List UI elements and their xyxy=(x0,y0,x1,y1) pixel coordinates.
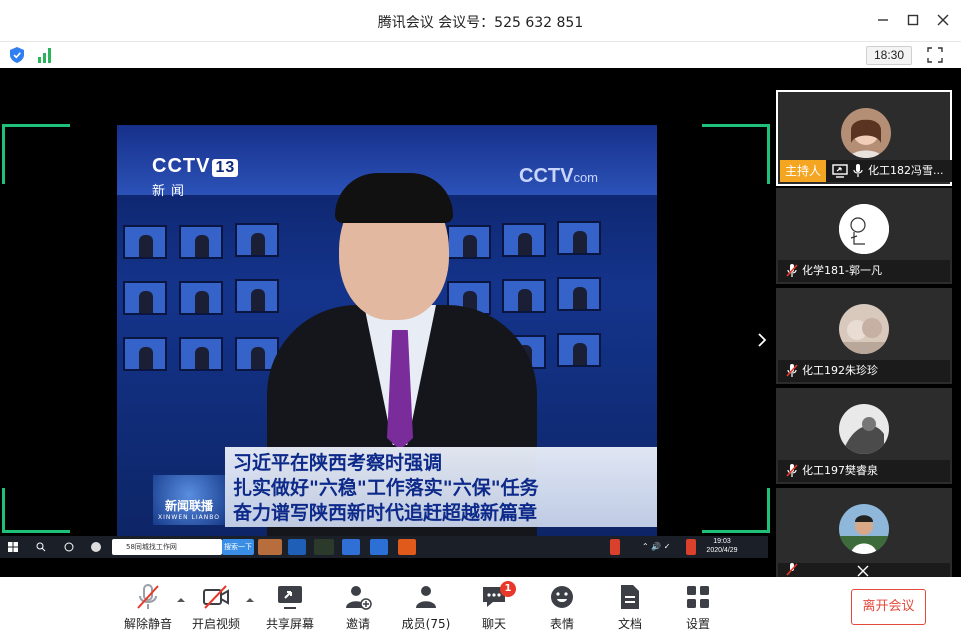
windows-start-icon xyxy=(8,539,22,555)
chevron-up-icon[interactable] xyxy=(245,595,255,605)
app-icon xyxy=(398,539,416,555)
avatar xyxy=(839,204,889,254)
app-icon xyxy=(90,539,104,555)
members-button[interactable]: 成员(75) xyxy=(396,583,456,632)
settings-button[interactable]: 设置 xyxy=(668,583,728,632)
caption-line: 奋力谱写陕西新时代追赶超越新篇章 xyxy=(233,502,538,524)
smiley-icon xyxy=(551,586,573,608)
signal-icon[interactable] xyxy=(37,47,53,63)
window-title: 腾讯会议 会议号：525 632 851 xyxy=(377,15,584,31)
participant-bar: 化学181-郭一凡 xyxy=(778,260,950,282)
host-badge: 主持人 xyxy=(780,160,827,182)
participant-name: 化工182冯雪... xyxy=(868,164,944,177)
search-icon xyxy=(36,539,50,555)
participant-tile[interactable]: 化学181-郭一凡 xyxy=(776,188,952,284)
add-user-icon xyxy=(346,586,372,610)
participant-tile[interactable]: 化工192朱珍珍 xyxy=(776,288,952,384)
participant-name: 化工192朱珍珍 xyxy=(802,364,878,377)
microphone-muted-icon xyxy=(786,364,798,377)
document-icon xyxy=(621,585,639,609)
meeting-toolbar: 解除静音 开启视频 共享屏幕 邀请 成员(75) 1 聊天 表情 文档 设置 离… xyxy=(0,577,961,640)
start-video-button[interactable]: 开启视频 xyxy=(186,583,246,632)
news-broadcast-frame: CCTV 13 新闻 CCTVcom 习近平在陕西考察时强调 扎实做好"六稳"工作… xyxy=(117,125,657,538)
app-icon xyxy=(342,539,360,555)
chat-unread-badge: 1 xyxy=(500,581,516,597)
participant-bar: 化工197樊睿泉 xyxy=(778,460,950,482)
status-bar: 18:30 xyxy=(0,42,961,68)
close-icon[interactable] xyxy=(935,12,951,28)
shared-screen-area: CCTV 13 新闻 CCTVcom 习近平在陕西考察时强调 扎实做好"六稳"工作… xyxy=(0,68,772,577)
share-screen-button[interactable]: 共享屏幕 xyxy=(260,583,320,632)
share-frame-corner xyxy=(702,488,770,533)
meeting-clock: 18:30 xyxy=(866,46,912,65)
leave-meeting-button[interactable]: 离开会议 xyxy=(851,589,926,625)
fullscreen-icon[interactable] xyxy=(927,47,943,63)
maximize-icon[interactable] xyxy=(905,12,921,28)
members-icon xyxy=(416,586,436,608)
share-frame-corner xyxy=(2,124,70,184)
meeting-stage: CCTV 13 新闻 CCTVcom 习近平在陕西考察时强调 扎实做好"六稳"工作… xyxy=(0,68,961,577)
participant-name: 化学181-郭一凡 xyxy=(802,264,882,277)
caption-line: 扎实做好"六稳"工作落实"六保"任务 xyxy=(233,477,539,499)
avatar xyxy=(841,108,891,158)
share-screen-icon xyxy=(278,586,302,609)
collapse-icon[interactable] xyxy=(856,564,870,578)
task-view-icon xyxy=(64,539,78,555)
tray-icons: ⌃ 🔊 ✓ xyxy=(642,542,671,551)
cctv-com-logo: CCTVcom xyxy=(519,165,599,187)
microphone-muted-icon xyxy=(137,584,159,609)
participant-tile[interactable] xyxy=(776,488,952,577)
avatar xyxy=(839,304,889,354)
minimize-icon[interactable] xyxy=(875,12,891,28)
participant-tile[interactable]: 主持人 化工182冯雪... xyxy=(776,90,952,186)
search-button-taskbar: 搜索一下 xyxy=(222,539,254,555)
app-icon xyxy=(370,539,388,555)
share-frame-corner xyxy=(2,488,70,533)
avatar xyxy=(839,404,889,454)
shield-icon[interactable] xyxy=(10,47,24,63)
participant-name: 化工197樊睿泉 xyxy=(802,464,878,477)
browser-taskbar-item: 58同城找工作网 xyxy=(112,539,222,555)
participant-tile[interactable]: 化工197樊睿泉 xyxy=(776,388,952,484)
unmute-button[interactable]: 解除静音 xyxy=(118,583,178,632)
participant-bar: 化工192朱珍珍 xyxy=(778,360,950,382)
microphone-muted-icon xyxy=(786,264,798,277)
reactions-button[interactable]: 表情 xyxy=(532,583,592,632)
avatar xyxy=(839,504,889,554)
tray-icon xyxy=(686,539,696,555)
xinwen-lianbo-logo: 新闻联播 XINWEN LIANBO xyxy=(153,475,225,525)
chevron-up-icon[interactable] xyxy=(176,595,186,605)
documents-button[interactable]: 文档 xyxy=(600,583,660,632)
chevron-right-icon[interactable] xyxy=(754,330,770,350)
taskbar-clock: 19:03 2020/4/29 xyxy=(706,538,738,554)
tray-icon xyxy=(610,539,620,555)
grid-settings-icon xyxy=(687,586,709,608)
news-caption: 习近平在陕西考察时强调 扎实做好"六稳"工作落实"六保"任务 奋力谱写陕西新时代… xyxy=(225,447,657,527)
meeting-window: 腾讯会议 会议号：525 632 851 18:30 CCTV 13 新闻 CC… xyxy=(0,0,961,640)
title-bar: 腾讯会议 会议号：525 632 851 xyxy=(0,0,961,42)
camera-off-icon xyxy=(203,585,229,609)
microphone-icon xyxy=(853,164,863,177)
share-frame-corner xyxy=(702,124,770,184)
ie-icon xyxy=(288,539,306,555)
participant-bar: 主持人 化工182冯雪... xyxy=(780,160,952,182)
microphone-muted-icon xyxy=(786,464,798,477)
caption-line: 习近平在陕西考察时强调 xyxy=(233,452,443,474)
wechat-icon xyxy=(314,539,334,555)
shared-desktop-taskbar: 58同城找工作网 搜索一下 ⌃ 🔊 ✓ 19:03 2020/4/29 xyxy=(0,536,768,558)
invite-button[interactable]: 邀请 xyxy=(328,583,388,632)
chat-button[interactable]: 1 聊天 xyxy=(464,581,524,632)
screen-share-icon xyxy=(832,164,848,178)
app-icon xyxy=(258,539,282,555)
participant-video-list: 主持人 化工182冯雪... 化学181-郭一凡 化工192朱珍珍 化工197樊… xyxy=(776,88,952,577)
cctv13-logo: CCTV 13 新闻 xyxy=(152,155,239,199)
microphone-muted-icon xyxy=(786,563,798,576)
